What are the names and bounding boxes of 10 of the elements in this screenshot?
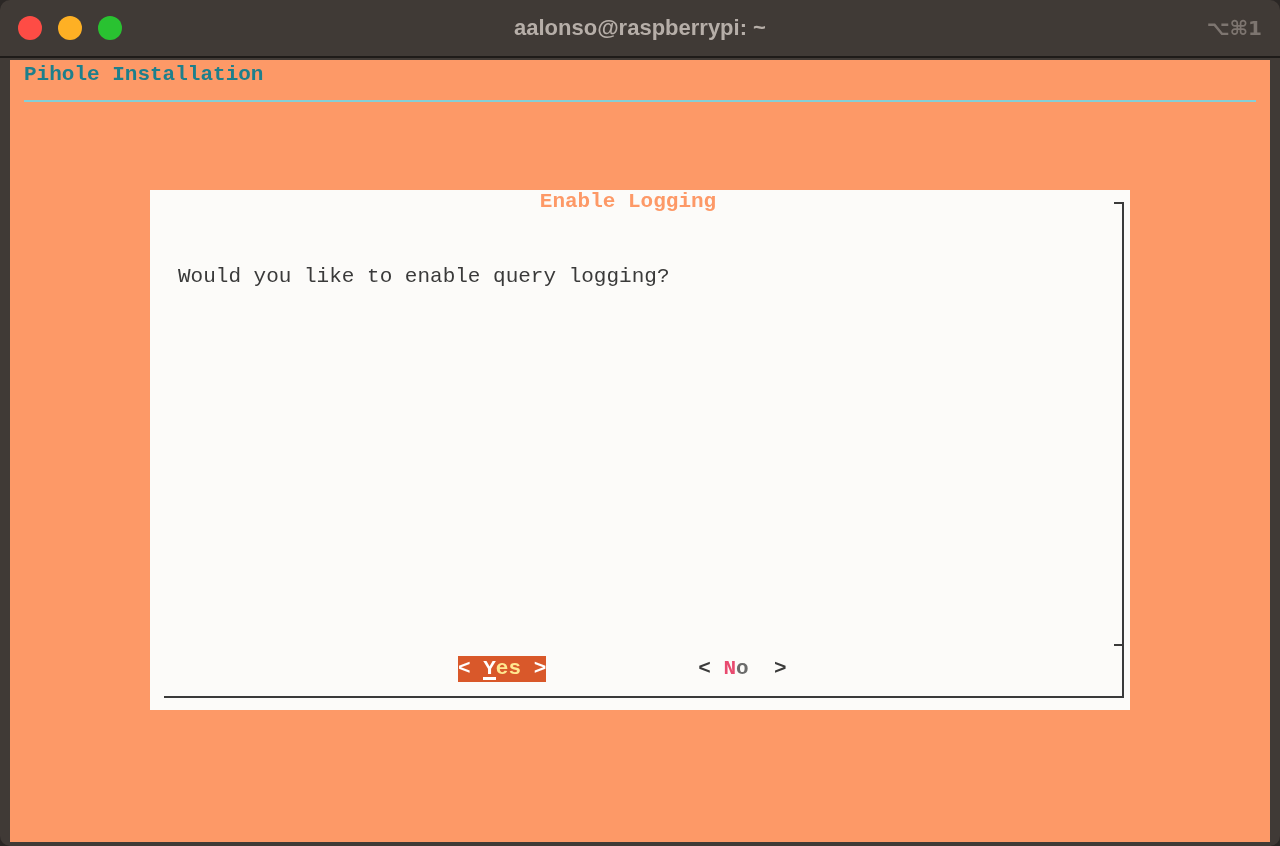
shortcut-label: ⌥⌘1	[1206, 16, 1262, 40]
window-title: aalonso@raspberrypi: ~	[514, 15, 766, 41]
dialog-message: Would you like to enable query logging?	[178, 265, 671, 288]
backtitle: Pihole Installation	[24, 63, 264, 86]
close-button[interactable]	[18, 16, 42, 40]
dialog-title: Enable Logging	[539, 190, 717, 213]
dialog-button[interactable]: < No >	[698, 656, 787, 682]
minimize-button[interactable]	[58, 16, 82, 40]
zoom-button[interactable]	[98, 16, 122, 40]
dialog-button[interactable]: < Yes >	[458, 656, 547, 682]
